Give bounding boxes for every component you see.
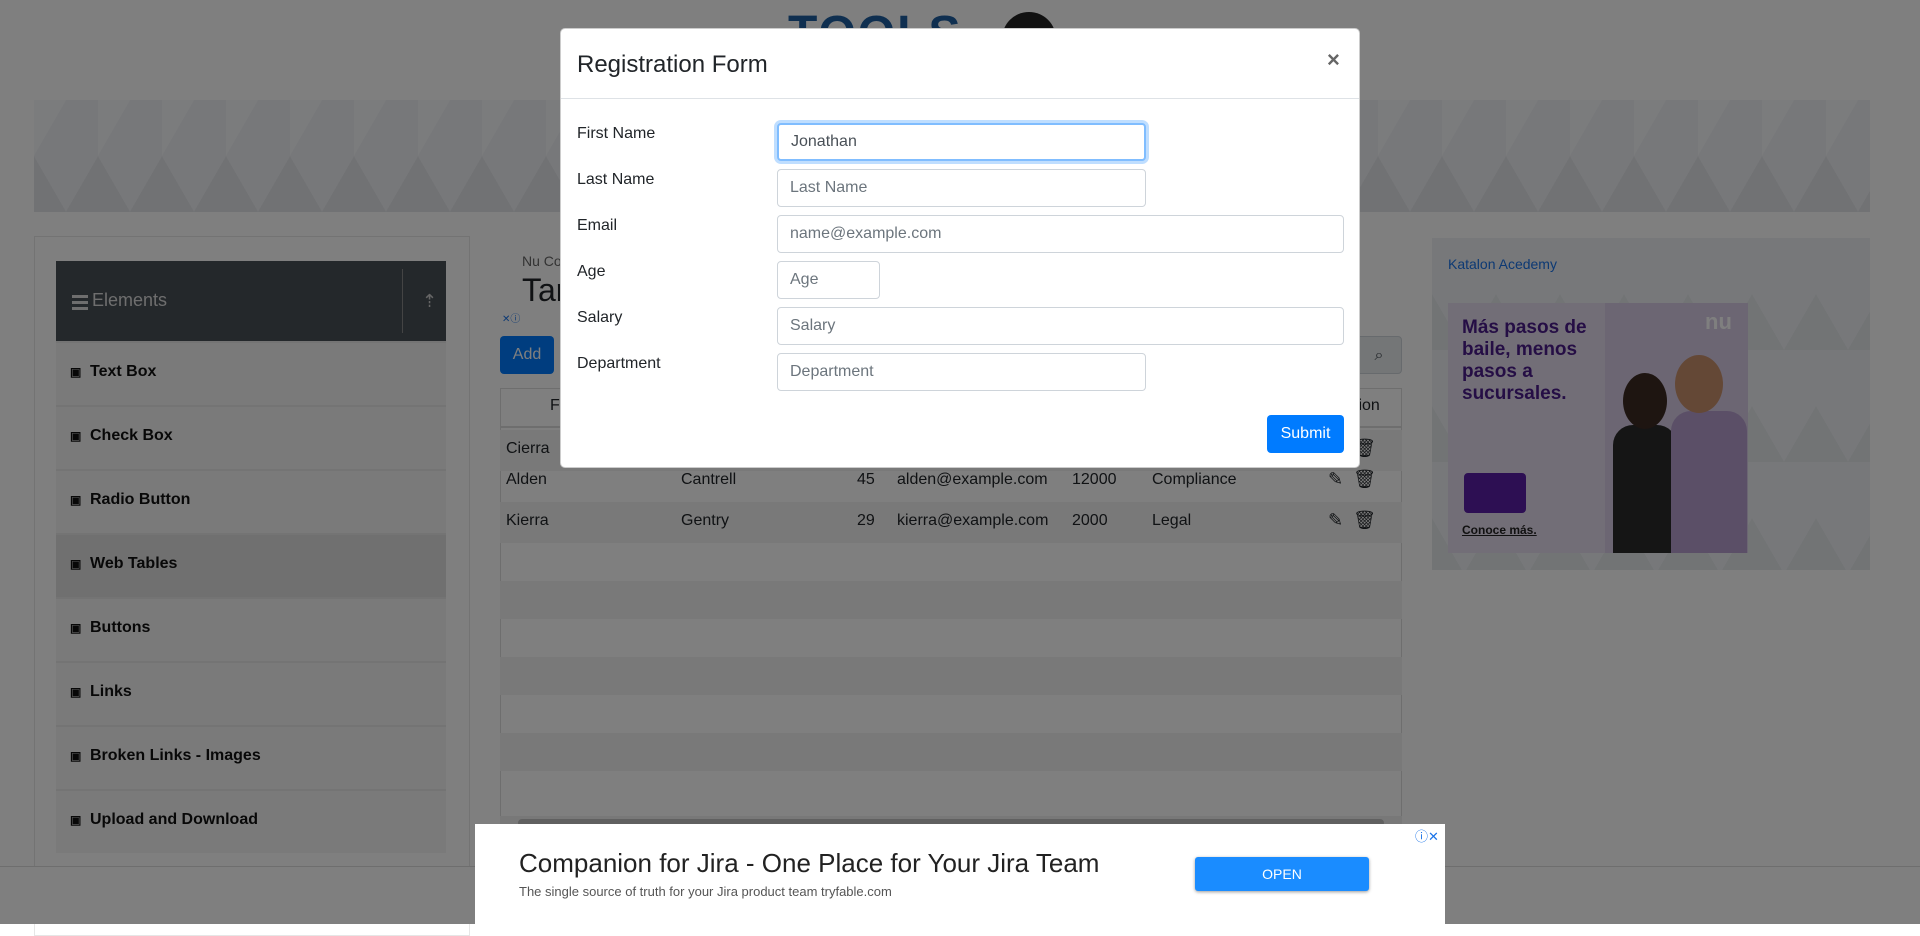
email-label: Email xyxy=(577,217,618,234)
bottom-ad-headline: Companion for Jira - One Place for Your … xyxy=(519,848,1100,878)
email-input[interactable] xyxy=(777,215,1344,253)
salary-input[interactable] xyxy=(777,307,1344,345)
close-button[interactable]: × xyxy=(1327,47,1340,73)
age-label: Age xyxy=(577,263,606,280)
bottom-ad-subtext: The single source of truth for your Jira… xyxy=(519,884,892,899)
modal-title: Registration Form xyxy=(577,51,768,78)
age-input[interactable] xyxy=(777,261,880,299)
department-label: Department xyxy=(577,355,661,372)
ad-close-icon[interactable]: ⓘ✕ xyxy=(1415,826,1439,845)
bottom-ad-open-button[interactable]: OPEN xyxy=(1195,857,1369,891)
last-name-input[interactable] xyxy=(777,169,1146,207)
modal-header: Registration Form × xyxy=(561,29,1359,99)
submit-button[interactable]: Submit xyxy=(1267,415,1344,453)
registration-modal: Registration Form × First Name Last Name… xyxy=(560,28,1360,468)
salary-label: Salary xyxy=(577,309,623,326)
first-name-label: First Name xyxy=(577,125,656,142)
bottom-ad-banner[interactable]: Companion for Jira - One Place for Your … xyxy=(475,824,1445,924)
first-name-input[interactable] xyxy=(777,123,1146,161)
last-name-label: Last Name xyxy=(577,171,655,188)
department-input[interactable] xyxy=(777,353,1146,391)
